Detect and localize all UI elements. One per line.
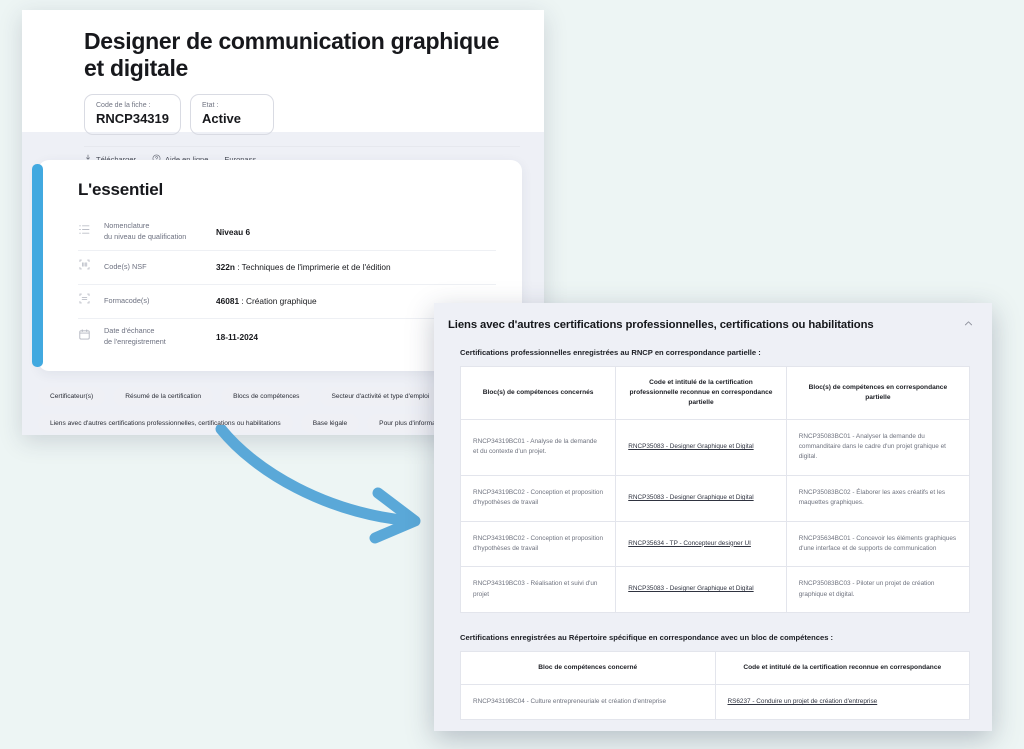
cell-certification: RS6237 - Conduire un projet de création … [715, 684, 970, 719]
calendar-icon [78, 328, 104, 346]
linked-certifications-panel: Liens avec d'autres certifications profe… [434, 303, 992, 731]
cell-bloc: RNCP34319BC03 - Réalisation et suivi d'u… [460, 566, 617, 613]
cell-bloc: RNCP34319BC02 - Conception et propositio… [460, 475, 617, 522]
code-box-group: Code de la fiche : RNCP34319 Etat : Acti… [84, 93, 520, 135]
essentiel-row-label: Formacode(s) [104, 295, 150, 305]
certification-link[interactable]: RS6237 - Conduire un projet de création … [728, 698, 878, 705]
list-icon [78, 223, 104, 241]
fiche-code-value: RNCP34319 [96, 110, 169, 126]
chip-blocs-competences[interactable]: Blocs de compétences [221, 387, 312, 407]
table-row: RNCP34319BC04 - Culture entrepreneuriale… [460, 684, 970, 720]
table-header-row: Bloc(s) de compétences concernés Code et… [460, 366, 970, 420]
etat-value: Active [202, 110, 242, 126]
essentiel-row-label: Nomenclature du niveau de qualification [104, 221, 216, 242]
table-row: RNCP34319BC01 - Analyse de la demande et… [460, 419, 970, 476]
essentiel-row-label: Code(s) NSF [104, 261, 147, 271]
etat-label: Etat : [202, 101, 219, 109]
label-line-1: Nomenclature [104, 221, 150, 230]
rncp-correspondence-table: Bloc(s) de compétences concernés Code et… [460, 366, 970, 614]
cell-bloc: RNCP34319BC02 - Conception et propositio… [460, 521, 617, 568]
cell-correspondance: RNCP35083BC02 - Élaborer les axes créati… [786, 475, 970, 522]
cell-certification: RNCP35083 - Designer Graphique et Digita… [615, 475, 787, 522]
chip-base-legale[interactable]: Base légale [300, 414, 360, 434]
cell-bloc: RNCP34319BC04 - Culture entrepreneuriale… [460, 684, 716, 720]
certification-link[interactable]: RNCP35083 - Designer Graphique et Digita… [628, 494, 753, 501]
col-header-code-intitule-rs: Code et intitulé de la certification rec… [715, 651, 970, 685]
chip-liens-certifications[interactable]: Liens avec d'autres certifications profe… [38, 414, 293, 434]
certification-header: Designer de communication graphique et d… [22, 10, 544, 164]
table-header-row: Bloc de compétences concerné Code et int… [460, 651, 970, 685]
certification-link[interactable]: RNCP35634 - TP - Concepteur designer UI [628, 540, 751, 547]
col-header-blocs-concernes: Bloc(s) de compétences concernés [460, 366, 617, 420]
nsf-code-icon [78, 258, 104, 276]
label-line-1: Date d'échance [104, 326, 155, 336]
section1-subtitle: Certifications professionnelles enregist… [460, 348, 761, 357]
value-rest: : Techniques de l'imprimerie et de l'édi… [234, 262, 391, 273]
card-accent-bar [32, 164, 43, 368]
page-title: Designer de communication graphique et d… [84, 28, 500, 81]
col-header-bloc-concerne: Bloc de compétences concerné [460, 651, 716, 685]
cell-certification: RNCP35083 - Designer Graphique et Digita… [615, 566, 787, 613]
fiche-code-box: Code de la fiche : RNCP34319 [84, 93, 181, 135]
col-header-code-intitule: Code et intitulé de la certification pro… [615, 366, 787, 420]
essentiel-row: Nomenclature du niveau de qualification … [78, 214, 496, 252]
cell-correspondance: RNCP35083BC03 - Piloter un projet de cré… [798, 580, 935, 598]
col-header-blocs-correspondance: Bloc(s) de compétences en correspondance… [786, 366, 970, 420]
essentiel-row-value: 46081 : Création graphique [216, 296, 317, 306]
cell-certification: RNCP35634 - TP - Concepteur designer UI [615, 521, 787, 568]
essentiel-title: L'essentiel [78, 180, 163, 199]
table-row: RNCP34319BC02 - Conception et propositio… [460, 475, 970, 522]
value-bold: Niveau 6 [216, 226, 251, 237]
label-line-2: du niveau de qualification [104, 231, 187, 241]
panel-header[interactable]: Liens avec d'autres certifications profe… [434, 303, 992, 344]
fiche-code-label: Code de la fiche : [96, 101, 151, 109]
label-line-2: de l'enregistrement [104, 336, 166, 346]
panel-body: Certifications professionnelles enregist… [434, 348, 992, 721]
section2-subtitle: Certifications enregistrées au Répertoir… [460, 633, 834, 643]
cell-correspondance: RNCP35083BC01 - Analyser la demande du c… [786, 419, 970, 476]
value-bold: 46081 [216, 296, 240, 307]
table-row: RNCP34319BC03 - Réalisation et suivi d'u… [460, 566, 970, 613]
essentiel-row: Code(s) NSF 322n : Techniques de l'impri… [78, 251, 496, 286]
essentiel-row-value: 18-11-2024 [216, 332, 258, 342]
curved-arrow-icon [215, 425, 421, 544]
chip-resume[interactable]: Résumé de la certification [113, 387, 214, 407]
certification-link[interactable]: RNCP35083 - Designer Graphique et Digita… [628, 585, 753, 592]
cell-bloc: RNCP34319BC01 - Analyse de la demande et… [460, 419, 617, 476]
cell-certification: RNCP35083 - Designer Graphique et Digita… [615, 419, 787, 476]
essentiel-row-label: Date d'échance de l'enregistrement [104, 326, 216, 347]
formacode-icon [78, 292, 104, 310]
chip-secteur-activite[interactable]: Secteur d'activité et type d'emploi [319, 387, 442, 407]
chevron-up-icon[interactable] [963, 316, 974, 334]
essentiel-row-value: 322n : Techniques de l'imprimerie et de … [216, 262, 391, 272]
cell-correspondance: RNCP35634BC01 - Concevoir les éléments g… [786, 521, 970, 568]
value-rest: : Création graphique [239, 296, 317, 307]
certification-link[interactable]: RNCP35083 - Designer Graphique et Digita… [628, 443, 753, 450]
value-bold: 322n [216, 262, 235, 273]
panel-title: Liens avec d'autres certifications profe… [448, 319, 874, 331]
essentiel-row-value: Niveau 6 [216, 227, 250, 237]
table-row: RNCP34319BC02 - Conception et propositio… [460, 521, 970, 568]
chip-certificateurs[interactable]: Certificateur(s) [38, 387, 106, 407]
value-bold: 18-11-2024 [216, 331, 258, 342]
etat-box: Etat : Active [190, 93, 274, 135]
repertoire-specifique-table: Bloc de compétences concerné Code et int… [460, 651, 970, 721]
